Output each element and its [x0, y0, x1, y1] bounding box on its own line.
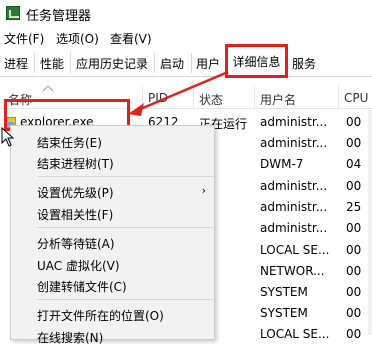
process-username: SYSTEM — [260, 306, 308, 320]
process-cpu: 00 — [346, 221, 362, 235]
menu-item-create-dump[interactable]: 创建转储文件(C) — [37, 278, 127, 295]
tab-users[interactable]: 用户 — [196, 55, 220, 72]
process-cpu: 00 — [346, 264, 362, 278]
menu-item-analyze-wait-chain[interactable]: 分析等待链(A) — [37, 235, 115, 252]
menu-options[interactable]: 选项(O) — [56, 30, 99, 47]
tab-divider — [154, 53, 155, 73]
tab-divider — [34, 53, 35, 73]
process-username: DWM-7 — [260, 157, 304, 171]
menu-item-end-task[interactable]: 结束任务(E) — [37, 134, 102, 151]
task-manager-icon — [6, 6, 20, 20]
menu-bar: 文件(F) 选项(O) 查看(V) — [0, 28, 372, 48]
column-divider[interactable] — [254, 85, 255, 109]
process-cpu: 04 — [346, 157, 362, 171]
menu-item-search-online[interactable]: 在线搜索(N) — [37, 329, 103, 346]
window-title: 任务管理器 — [26, 9, 92, 24]
column-cpu[interactable]: CPU — [344, 91, 368, 105]
process-cpu: 00 — [346, 306, 362, 320]
sort-caret-icon — [43, 86, 53, 91]
process-username: administr... — [260, 115, 328, 129]
menu-item-end-process-tree[interactable]: 结束进程树(T) — [37, 155, 114, 172]
tab-services[interactable]: 服务 — [292, 55, 316, 72]
tab-app-history[interactable]: 应用历史记录 — [76, 55, 148, 72]
vertical-scrollbar[interactable] — [368, 110, 372, 335]
tab-divider — [70, 53, 71, 73]
process-cpu: 00 — [346, 115, 362, 129]
menu-item-set-affinity[interactable]: 设置相关性(F) — [37, 206, 113, 223]
tab-details-label: 详细信息 — [232, 54, 281, 69]
column-divider[interactable] — [142, 85, 143, 109]
column-status[interactable]: 状态 — [199, 91, 223, 108]
process-username: NETWOR... — [260, 264, 325, 278]
mouse-cursor-icon — [1, 127, 15, 147]
submenu-arrow-icon: › — [201, 184, 206, 197]
process-username: administr... — [260, 179, 328, 193]
menu-separator — [37, 299, 213, 300]
title-bar: 任务管理器 — [0, 0, 372, 26]
process-cpu: 00 — [346, 179, 362, 193]
column-divider[interactable] — [338, 85, 339, 109]
tab-performance[interactable]: 性能 — [40, 55, 64, 72]
column-pid[interactable]: PID — [148, 91, 168, 105]
menu-item-open-file-location[interactable]: 打开文件所在的位置(O) — [37, 307, 164, 324]
process-cpu: 25 — [346, 200, 362, 214]
process-cpu: 00 — [346, 243, 362, 257]
context-menu: 结束任务(E) 结束进程树(T) 设置优先级(P) › 设置相关性(F) 分析等… — [10, 125, 215, 345]
process-cpu: 00 — [346, 285, 362, 299]
process-username: SYSTEM — [260, 285, 308, 299]
process-username: LOCAL SE... — [260, 243, 330, 257]
column-divider[interactable] — [193, 85, 194, 109]
process-username: administr... — [260, 200, 328, 214]
tab-processes[interactable]: 进程 — [4, 55, 28, 72]
menu-file[interactable]: 文件(F) — [4, 30, 44, 47]
menu-item-uac-virtualization[interactable]: UAC 虚拟化(V) — [37, 257, 120, 274]
menu-separator — [37, 176, 213, 177]
tab-details[interactable]: 详细信息 — [225, 44, 288, 78]
tab-divider — [191, 53, 192, 73]
process-cpu: 00 — [346, 136, 362, 150]
menu-item-set-priority[interactable]: 设置优先级(P) — [37, 184, 114, 201]
tab-bar: 进程 性能 应用历史记录 启动 用户 服务 — [0, 49, 372, 77]
menu-view[interactable]: 查看(V) — [110, 30, 152, 47]
tab-startup[interactable]: 启动 — [160, 55, 184, 72]
process-username: administr... — [260, 221, 328, 235]
process-username: administr... — [260, 136, 328, 150]
process-cpu: 00 — [346, 327, 362, 341]
column-username[interactable]: 用户名 — [260, 91, 296, 108]
process-username: LOCAL SE... — [260, 327, 330, 341]
menu-separator — [37, 227, 213, 228]
